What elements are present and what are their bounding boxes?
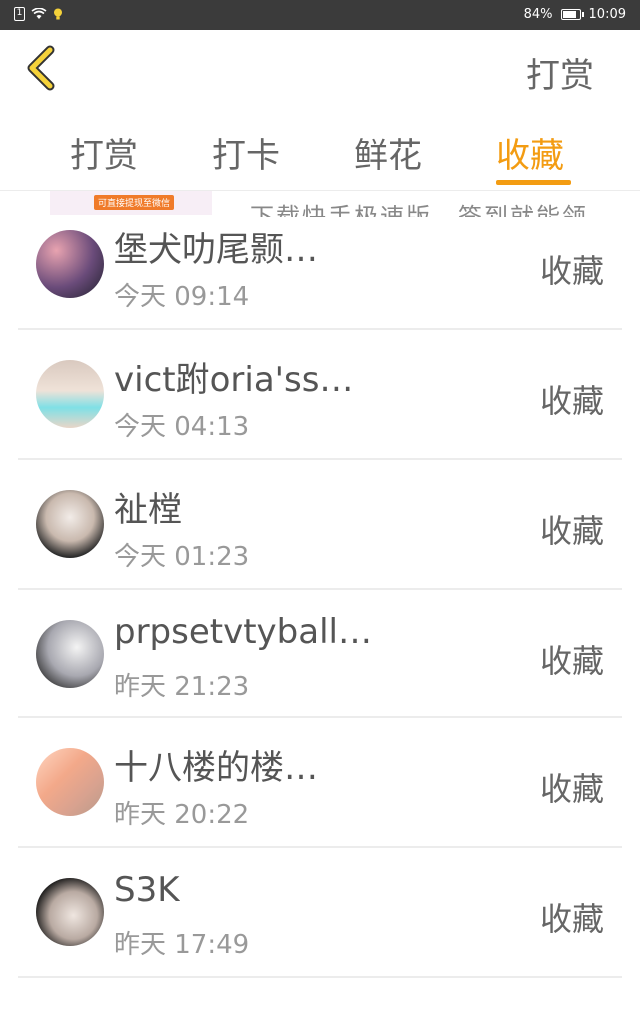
list-item[interactable]: vict跗oria'ss… 今天 04:13 收藏 — [0, 330, 640, 460]
timestamp: 昨天 20:22 — [114, 800, 250, 830]
battery-percent: 84% — [523, 7, 553, 22]
user-name: vict跗oria'ss… — [114, 360, 354, 400]
favorite-label: 收藏 — [539, 900, 604, 938]
tab-bar: 打赏 打卡 鲜花 收藏 — [0, 118, 640, 190]
divider — [18, 976, 622, 978]
timestamp: 昨天 17:49 — [114, 930, 250, 960]
timestamp: 今天 09:14 — [114, 282, 250, 312]
avatar — [36, 620, 104, 688]
clock: 10:09 — [588, 7, 626, 22]
list-item[interactable]: prpsetvtyball… 昨天 21:23 收藏 — [0, 590, 640, 720]
avatar — [36, 748, 104, 816]
tab-favorites[interactable]: 收藏 — [496, 128, 564, 177]
user-name: 堡犬叻尾颢… — [114, 230, 318, 270]
list-item[interactable]: 堡犬叻尾颢… 今天 09:14 收藏 — [0, 200, 640, 330]
tab-reward[interactable]: 打赏 — [70, 128, 138, 177]
avatar — [36, 360, 104, 428]
avatar — [36, 490, 104, 558]
tab-checkin[interactable]: 打卡 — [212, 128, 280, 177]
favorite-label: 收藏 — [539, 252, 604, 290]
reward-header-button[interactable]: 打赏 — [526, 48, 594, 97]
back-arrow-icon[interactable] — [22, 44, 62, 92]
header-bar: 打赏 — [0, 30, 640, 110]
avatar — [36, 230, 104, 298]
list-item[interactable]: 十八楼的楼… 昨天 20:22 收藏 — [0, 718, 640, 848]
user-name: S3K — [114, 870, 180, 910]
sim-card-icon: 1 — [14, 7, 25, 21]
list-item[interactable]: S3K 昨天 17:49 收藏 — [0, 848, 640, 978]
list-item[interactable]: 祉樘 今天 01:23 收藏 — [0, 460, 640, 590]
timestamp: 昨天 21:23 — [114, 672, 250, 702]
favorite-label: 收藏 — [539, 512, 604, 550]
favorite-label: 收藏 — [539, 770, 604, 808]
user-name: prpsetvtyball… — [114, 612, 372, 652]
avatar — [36, 878, 104, 946]
battery-icon — [560, 9, 584, 20]
notification-bulb-icon — [54, 8, 62, 20]
status-bar: 1 84% 10:09 — [0, 0, 640, 30]
favorite-label: 收藏 — [539, 642, 604, 680]
user-name: 祉樘 — [114, 490, 182, 530]
timestamp: 今天 04:13 — [114, 412, 250, 442]
wifi-icon — [31, 8, 47, 19]
timestamp: 今天 01:23 — [114, 542, 250, 572]
user-name: 十八楼的楼… — [114, 748, 318, 788]
active-tab-indicator — [496, 180, 571, 185]
tab-flowers[interactable]: 鲜花 — [354, 128, 422, 177]
favorite-label: 收藏 — [539, 382, 604, 420]
